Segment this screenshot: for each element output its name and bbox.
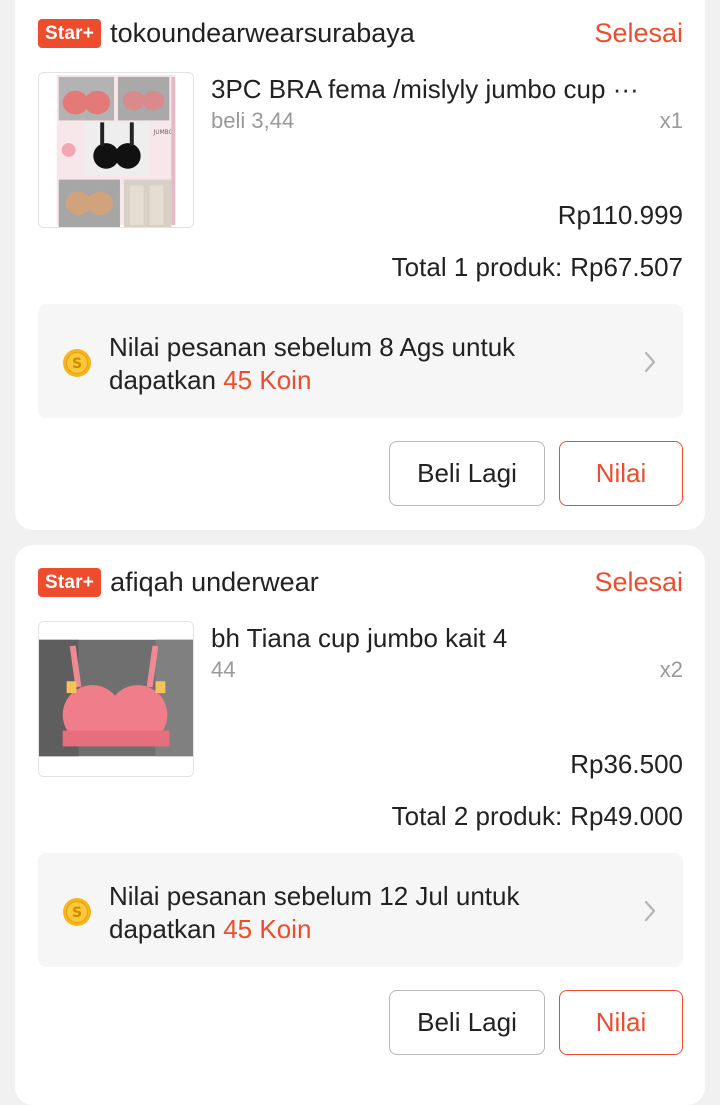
coin-reward-text: Nilai pesanan sebelum 8 Ags untuk dapatk… [109, 331, 609, 397]
coin-reward-banner[interactable]: S Nilai pesanan sebelum 8 Ags untuk dapa… [38, 304, 683, 418]
coin-reward-amount: 45 Koin [223, 365, 312, 395]
order-total-label: Total 1 produk: [391, 252, 563, 282]
chevron-right-icon [644, 900, 656, 922]
chevron-right-icon [644, 351, 656, 373]
svg-text:S: S [72, 356, 82, 372]
star-plus-badge: Star+ [38, 567, 102, 597]
product-image[interactable]: JUMBO [38, 72, 194, 228]
coin-icon: S [63, 349, 91, 377]
coin-icon: S [63, 898, 91, 926]
order-total: Total 1 produk: Rp67.507 [392, 252, 683, 283]
coin-reward-message: Nilai pesanan sebelum 8 Ags untuk dapatk… [109, 332, 516, 395]
order-card: Star+ afiqah underwear Selesai bh Tiana … [15, 545, 705, 1105]
product-image[interactable] [38, 621, 194, 777]
svg-text:JUMBO: JUMBO [153, 130, 174, 136]
order-total-amount: Rp67.507 [570, 252, 683, 282]
order-card: Star+ tokoundearwearsurabaya Selesai JUM… [15, 0, 705, 530]
order-status: Selesai [594, 566, 683, 597]
shop-name[interactable]: tokoundearwearsurabaya [110, 18, 415, 49]
product-title[interactable]: bh Tiana cup jumbo kait 4 [211, 623, 683, 654]
product-variant: beli 3,44 [211, 108, 295, 133]
product-title[interactable]: 3PC BRA fema /mislyly jumbo cup ··· [211, 74, 683, 105]
order-status: Selesai [594, 17, 683, 48]
coin-reward-amount: 45 Koin [223, 914, 312, 944]
buy-again-button[interactable]: Beli Lagi [389, 990, 545, 1055]
product-quantity: x2 [659, 657, 683, 682]
coin-reward-message: Nilai pesanan sebelum 12 Jul untuk dapat… [109, 881, 520, 944]
order-total-amount: Rp49.000 [570, 801, 683, 831]
coin-reward-text: Nilai pesanan sebelum 12 Jul untuk dapat… [109, 880, 609, 946]
product-quantity: x1 [659, 108, 683, 133]
order-total: Total 2 produk: Rp49.000 [392, 801, 683, 832]
rate-button[interactable]: Nilai [559, 990, 683, 1055]
product-price: Rp36.500 [570, 749, 683, 779]
product-price: Rp110.999 [557, 200, 683, 230]
svg-text:S: S [72, 905, 82, 921]
shop-header[interactable]: Star+ afiqah underwear Selesai [38, 562, 683, 602]
rate-button[interactable]: Nilai [559, 441, 683, 506]
star-plus-badge: Star+ [38, 18, 102, 48]
order-total-label: Total 2 produk: [391, 801, 563, 831]
buy-again-button[interactable]: Beli Lagi [389, 441, 545, 506]
shop-name[interactable]: afiqah underwear [110, 567, 319, 598]
shop-header[interactable]: Star+ tokoundearwearsurabaya Selesai [38, 13, 683, 53]
coin-reward-banner[interactable]: S Nilai pesanan sebelum 12 Jul untuk dap… [38, 853, 683, 967]
product-variant: 44 [211, 657, 236, 682]
